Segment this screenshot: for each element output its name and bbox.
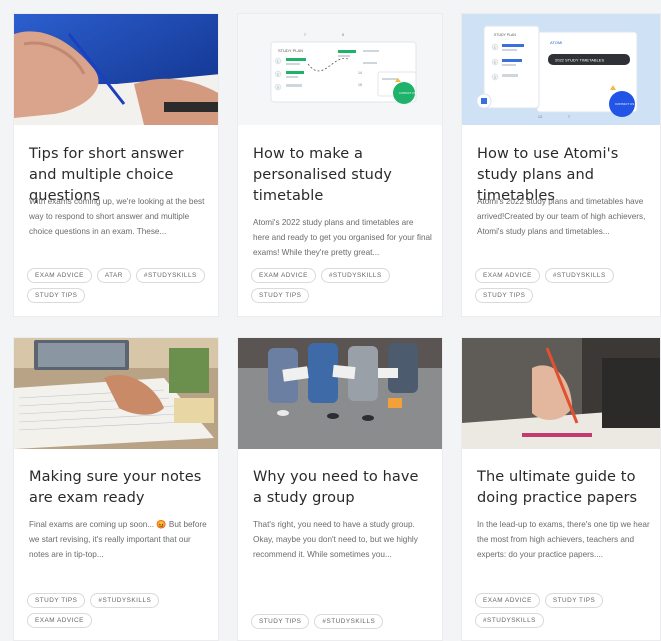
tag-chip[interactable]: STUDY TIPS (251, 288, 310, 303)
svg-text:7: 7 (304, 33, 306, 37)
tag-chip[interactable]: #STUDYSKILLS (544, 268, 614, 283)
article-excerpt: Final exams are coming up soon... 😡 But … (29, 520, 207, 559)
tag-list: EXAM ADVICE #STUDYSKILLS STUDY TIPS (475, 268, 652, 303)
svg-text:CONTACT US: CONTACT US (399, 91, 416, 95)
article-title[interactable]: Making sure your notes are exam ready (29, 467, 208, 509)
article-title[interactable]: Why you need to have a study group (253, 467, 432, 509)
tag-chip[interactable]: #STUDYSKILLS (90, 593, 160, 608)
study-group-photo (238, 338, 442, 449)
practice-paper-photo (462, 338, 660, 449)
article-card[interactable]: STUDY PLAN 1 2 3 7 8 14 15 CONTACT US Ho… (237, 13, 443, 317)
article-card[interactable]: Tips for short answer and multiple choic… (13, 13, 219, 317)
tag-list: STUDY TIPS #STUDYSKILLS (251, 614, 434, 629)
article-excerpt: With exams coming up, we're looking at t… (29, 197, 205, 236)
article-card[interactable]: ATOMI 2022 STUDY TIMETABLES STUDY PLAN 1… (461, 13, 661, 317)
writing-photo (14, 14, 218, 125)
tag-chip[interactable]: STUDY TIPS (27, 288, 86, 303)
article-title[interactable]: The ultimate guide to doing practice pap… (477, 467, 650, 509)
article-card[interactable]: The ultimate guide to doing practice pap… (461, 337, 661, 641)
tag-chip[interactable]: #STUDYSKILLS (475, 613, 544, 628)
study-plan-illustration: STUDY PLAN 1 2 3 7 8 14 15 CONTACT US (238, 14, 442, 125)
article-excerpt: Atomi's 2022 study plans and timetables … (477, 197, 646, 236)
svg-text:2022 STUDY TIMETABLES: 2022 STUDY TIMETABLES (555, 58, 604, 63)
svg-text:14: 14 (358, 71, 362, 75)
article-thumbnail[interactable] (14, 338, 218, 449)
article-thumbnail[interactable] (462, 338, 660, 449)
svg-text:13: 13 (538, 115, 542, 119)
article-thumbnail[interactable] (14, 14, 218, 125)
tag-chip[interactable]: #STUDYSKILLS (320, 268, 390, 283)
tag-chip[interactable]: STUDY TIPS (544, 593, 604, 608)
article-grid: Tips for short answer and multiple choic… (0, 0, 661, 641)
tag-chip[interactable]: ATAR (96, 268, 131, 283)
tag-chip[interactable]: EXAM ADVICE (27, 268, 92, 283)
article-excerpt: Atomi's 2022 study plans and timetables … (253, 218, 432, 257)
svg-text:ATOMI: ATOMI (550, 40, 562, 45)
article-title[interactable]: How to make a personalised study timetab… (253, 144, 432, 207)
tag-chip[interactable]: #STUDYSKILLS (135, 268, 205, 283)
tag-list: EXAM ADVICE ATAR #STUDYSKILLS STUDY TIPS (27, 268, 210, 303)
tag-list: STUDY TIPS #STUDYSKILLS EXAM ADVICE (27, 593, 210, 628)
tag-chip[interactable]: STUDY TIPS (27, 593, 86, 608)
svg-text:7: 7 (568, 115, 570, 119)
svg-text:STUDY PLAN: STUDY PLAN (494, 33, 516, 37)
tag-chip[interactable]: STUDY TIPS (251, 614, 310, 629)
article-card[interactable]: Making sure your notes are exam ready Fi… (13, 337, 219, 641)
article-thumbnail[interactable] (238, 338, 442, 449)
tag-chip[interactable]: #STUDYSKILLS (314, 614, 384, 629)
tag-list: EXAM ADVICE STUDY TIPS #STUDYSKILLS (475, 593, 652, 628)
timetable-illustration: ATOMI 2022 STUDY TIMETABLES STUDY PLAN 1… (462, 14, 660, 125)
notes-photo (14, 338, 218, 449)
tag-chip[interactable]: EXAM ADVICE (475, 268, 540, 283)
svg-text:8: 8 (342, 33, 344, 37)
article-excerpt: In the lead-up to exams, there's one tip… (477, 520, 650, 559)
article-card[interactable]: Why you need to have a study group That'… (237, 337, 443, 641)
svg-text:CONTACT US: CONTACT US (615, 102, 634, 106)
svg-text:15: 15 (358, 83, 362, 87)
tag-chip[interactable]: EXAM ADVICE (251, 268, 316, 283)
tag-list: EXAM ADVICE #STUDYSKILLS STUDY TIPS (251, 268, 434, 303)
svg-text:STUDY PLAN: STUDY PLAN (278, 48, 303, 53)
tag-chip[interactable]: EXAM ADVICE (475, 593, 540, 608)
article-thumbnail[interactable]: ATOMI 2022 STUDY TIMETABLES STUDY PLAN 1… (462, 14, 660, 125)
article-thumbnail[interactable]: STUDY PLAN 1 2 3 7 8 14 15 CONTACT US (238, 14, 442, 125)
article-excerpt: That's right, you need to have a study g… (253, 520, 418, 559)
tag-chip[interactable]: STUDY TIPS (475, 288, 534, 303)
tag-chip[interactable]: EXAM ADVICE (27, 613, 92, 628)
